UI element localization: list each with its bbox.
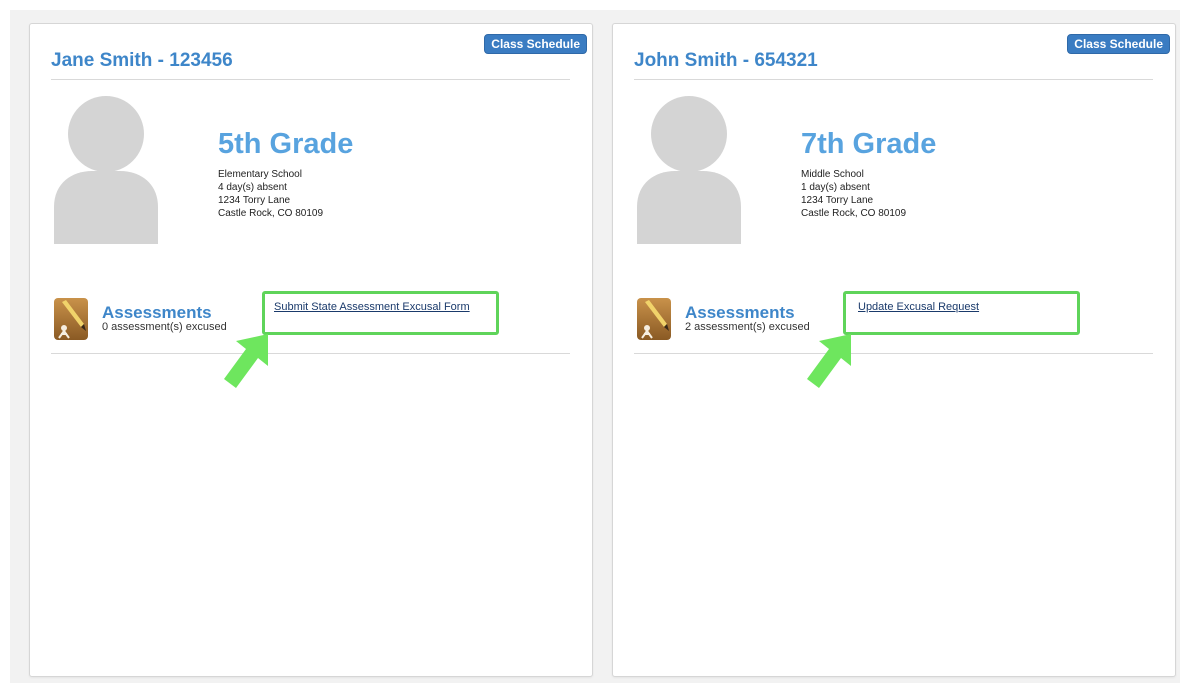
student-name: John Smith - 654321 bbox=[634, 50, 818, 71]
student-name: Jane Smith - 123456 bbox=[51, 50, 233, 71]
arrow-pointer-icon bbox=[224, 334, 268, 388]
pencil-paper-icon bbox=[54, 298, 88, 340]
grade-level: 5th Grade bbox=[218, 128, 354, 160]
highlight-box bbox=[262, 291, 499, 335]
assessments-count: 0 assessment(s) excused bbox=[102, 321, 227, 333]
class-schedule-button[interactable]: Class Schedule bbox=[1067, 34, 1170, 54]
address-line-1: 1234 Torry Lane bbox=[801, 195, 874, 206]
avatar-placeholder-icon bbox=[54, 96, 158, 244]
pencil-paper-icon bbox=[637, 298, 671, 340]
student-card-jane: Class Schedule Jane Smith - 123456 5th G… bbox=[29, 23, 593, 677]
grade-level: 7th Grade bbox=[801, 128, 937, 160]
divider bbox=[634, 79, 1153, 80]
divider bbox=[51, 79, 570, 80]
divider bbox=[51, 353, 570, 354]
highlight-box bbox=[843, 291, 1080, 335]
student-info: Elementary School 4 day(s) absent 1234 T… bbox=[218, 168, 323, 220]
school-name: Middle School bbox=[801, 169, 864, 180]
divider bbox=[634, 353, 1153, 354]
absence-count: 4 day(s) absent bbox=[218, 182, 287, 193]
address-line-1: 1234 Torry Lane bbox=[218, 195, 291, 206]
address-line-2: Castle Rock, CO 80109 bbox=[801, 208, 907, 219]
student-info: Middle School 1 day(s) absent 1234 Torry… bbox=[801, 168, 906, 220]
assessments-title: Assessments bbox=[685, 303, 795, 322]
student-card-john: Class Schedule John Smith - 654321 7th G… bbox=[612, 23, 1176, 677]
avatar-placeholder-icon bbox=[637, 96, 741, 244]
assessments-count: 2 assessment(s) excused bbox=[685, 321, 810, 333]
absence-count: 1 day(s) absent bbox=[801, 182, 870, 193]
class-schedule-button[interactable]: Class Schedule bbox=[484, 34, 587, 54]
submit-excusal-form-link[interactable]: Submit State Assessment Excusal Form bbox=[274, 301, 470, 313]
assessments-title: Assessments bbox=[102, 303, 212, 322]
school-name: Elementary School bbox=[218, 169, 302, 180]
update-excusal-request-link[interactable]: Update Excusal Request bbox=[858, 301, 979, 313]
address-line-2: Castle Rock, CO 80109 bbox=[218, 208, 324, 219]
arrow-pointer-icon bbox=[807, 334, 851, 388]
